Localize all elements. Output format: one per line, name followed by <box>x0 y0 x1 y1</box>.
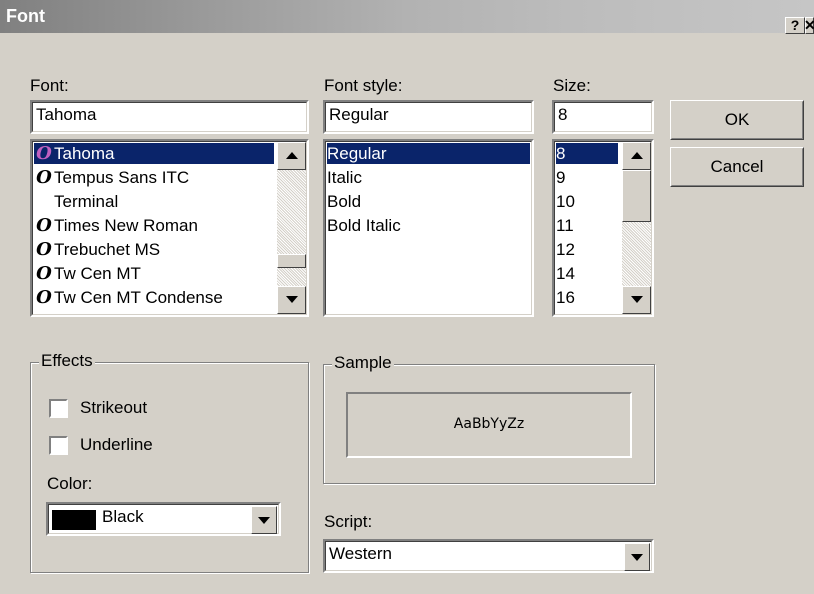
list-item[interactable]: 9 <box>556 167 618 188</box>
arrow-down-icon <box>286 296 298 303</box>
list-item-label: Tahoma <box>54 144 115 163</box>
list-item-label: Tw Cen MT Condense <box>54 288 223 307</box>
list-item[interactable]: O Times New Roman <box>34 215 274 236</box>
window-title: Font <box>6 6 45 26</box>
scroll-up-button[interactable] <box>622 142 651 170</box>
list-item[interactable]: 8 <box>556 143 618 164</box>
sample-text: AaBbYyZz <box>453 416 525 432</box>
list-item-label: 11 <box>556 216 574 235</box>
list-item[interactable]: O Tw Cen MT Condense <box>34 287 274 308</box>
list-item[interactable]: O Trebuchet MS <box>34 239 274 260</box>
color-swatch <box>52 510 96 530</box>
underline-checkbox[interactable] <box>49 436 68 455</box>
color-label: Color: <box>47 474 93 493</box>
size-list-scrollbar[interactable] <box>622 142 651 314</box>
color-dropdown-button[interactable] <box>251 506 277 534</box>
scroll-down-button[interactable] <box>277 286 306 314</box>
script-value: Western <box>329 544 392 563</box>
list-item[interactable]: 10 <box>556 191 618 212</box>
script-select[interactable]: Western <box>323 539 654 573</box>
list-item[interactable]: 14 <box>556 263 618 284</box>
effects-group: Effects <box>30 351 309 573</box>
font-style-list[interactable]: Regular Italic Bold Bold Italic <box>323 139 534 317</box>
list-item[interactable]: Terminal <box>34 191 274 212</box>
opentype-font-icon: O <box>36 287 52 308</box>
list-item-label: Trebuchet MS <box>54 240 161 259</box>
help-button[interactable]: ? <box>785 17 805 34</box>
size-label: Size: <box>553 76 591 95</box>
size-input[interactable]: 8 <box>552 100 654 134</box>
scroll-up-button[interactable] <box>277 142 306 170</box>
font-style-value: Regular <box>329 105 389 124</box>
list-item[interactable]: Bold Italic <box>327 215 530 236</box>
arrow-down-icon <box>631 296 643 303</box>
list-item[interactable]: Italic <box>327 167 530 188</box>
title-bar[interactable]: Font ? ✕ <box>0 0 814 34</box>
list-item-label: 10 <box>556 192 575 211</box>
font-label: Font: <box>30 76 69 95</box>
list-item[interactable]: Bold <box>327 191 530 212</box>
list-item[interactable]: 16 <box>556 287 618 308</box>
chevron-down-icon <box>631 554 643 561</box>
list-item-label: 12 <box>556 240 575 259</box>
sample-preview: AaBbYyZz <box>346 392 632 458</box>
list-item-label: Bold <box>327 192 362 211</box>
close-button[interactable]: ✕ <box>804 17 814 34</box>
list-item-label: Terminal <box>54 192 119 211</box>
underline-label[interactable]: Underline <box>80 435 153 455</box>
ok-button[interactable]: OK <box>670 100 804 140</box>
list-item[interactable]: 11 <box>556 215 618 236</box>
opentype-font-icon: O <box>36 215 52 236</box>
close-icon: ✕ <box>804 17 814 33</box>
list-item-label: Regular <box>327 144 387 163</box>
scroll-thumb[interactable] <box>622 170 651 222</box>
list-item-label: Bold Italic <box>327 216 401 235</box>
chevron-down-icon <box>258 517 270 524</box>
scroll-down-button[interactable] <box>622 286 651 314</box>
font-list[interactable]: O Tahoma O Tempus Sans ITC Terminal O Times Ne… <box>30 139 309 317</box>
list-item-label: 9 <box>556 168 566 187</box>
font-list-scrollbar[interactable] <box>277 142 306 314</box>
font-name-value: Tahoma <box>36 105 97 124</box>
list-item[interactable]: 12 <box>556 239 618 260</box>
opentype-font-icon: O <box>36 263 52 284</box>
list-item-label: 14 <box>556 264 575 283</box>
list-item[interactable]: O Tw Cen MT <box>34 263 274 284</box>
list-item-label: 8 <box>556 144 566 163</box>
strikeout-checkbox[interactable] <box>49 399 68 418</box>
arrow-up-icon <box>631 152 643 159</box>
list-item[interactable]: O Tahoma <box>34 143 274 164</box>
color-value: Black <box>102 507 144 526</box>
color-select[interactable]: Black <box>46 502 281 536</box>
sample-title: Sample <box>332 353 394 373</box>
list-item[interactable]: Regular <box>327 143 530 164</box>
list-item-label: Italic <box>327 168 362 187</box>
cancel-button[interactable]: Cancel <box>670 147 804 187</box>
list-item-label: Times New Roman <box>54 216 198 235</box>
font-style-label: Font style: <box>324 76 403 95</box>
script-dropdown-button[interactable] <box>624 543 650 571</box>
list-item-label: 16 <box>556 288 575 307</box>
opentype-font-icon: O <box>36 239 52 260</box>
font-name-input[interactable]: Tahoma <box>30 100 309 134</box>
strikeout-label[interactable]: Strikeout <box>80 398 147 418</box>
script-label: Script: <box>324 512 373 531</box>
opentype-font-icon: O <box>36 167 52 188</box>
list-item[interactable]: O Tempus Sans ITC <box>34 167 274 188</box>
size-value: 8 <box>558 105 568 124</box>
opentype-font-icon: O <box>36 143 52 164</box>
list-item-label: Tempus Sans ITC <box>54 168 190 187</box>
list-item-label: Tw Cen MT <box>54 264 141 283</box>
size-list[interactable]: 8 9 10 11 12 14 16 <box>552 139 654 317</box>
scroll-thumb[interactable] <box>277 254 306 268</box>
arrow-up-icon <box>286 152 298 159</box>
effects-title: Effects <box>39 351 95 371</box>
font-style-input[interactable]: Regular <box>323 100 534 134</box>
